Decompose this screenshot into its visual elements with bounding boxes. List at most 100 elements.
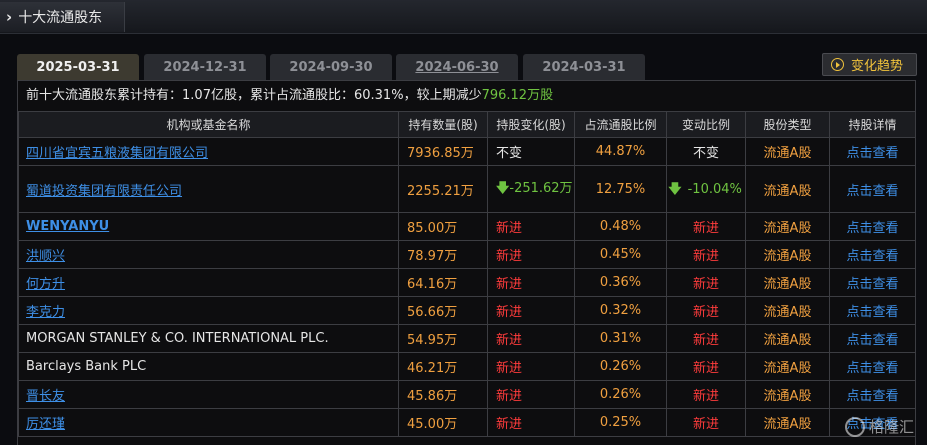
- holding-amount: 85.00万: [398, 212, 488, 241]
- tab-2024-06-30[interactable]: 2024-06-30: [396, 54, 518, 80]
- tab-2024-03-31[interactable]: 2024-03-31: [523, 54, 645, 80]
- table-row: Barclays Bank PLC 46.21万 新进 0.26% 新进 流通A…: [18, 352, 916, 381]
- table-row: 四川省宜宾五粮液集团有限公司 7936.85万 不变 44.87% 不变 流通A…: [18, 137, 916, 166]
- holder-link[interactable]: 晋长友: [26, 389, 65, 404]
- holding-amount: 54.95万: [398, 324, 488, 353]
- arrow-down-icon: 🡇: [496, 181, 510, 196]
- header-change: 持股变化(股): [487, 112, 575, 138]
- share-type: 流通A股: [745, 268, 830, 297]
- summary-line: 前十大流通股东累计持有：1.07亿股，累计占流通股比：60.31%，较上期减少7…: [18, 81, 915, 112]
- detail-link[interactable]: 点击查看: [829, 380, 916, 409]
- header-amount: 持有数量(股): [398, 112, 488, 138]
- tab-2025-03-31[interactable]: 2025-03-31: [17, 54, 139, 80]
- change-ratio: 新进: [666, 212, 746, 241]
- chevron-right-icon: ›: [6, 8, 13, 26]
- title-bar: › 十大流通股东: [0, 0, 927, 34]
- trend-button-label: 变化趋势: [851, 59, 904, 74]
- holders-table: 机构或基金名称 持有数量(股) 持股变化(股) 占流通股比例 变动比例 股份类型…: [18, 112, 916, 437]
- summary-change: 796.12万股: [481, 88, 554, 103]
- share-type: 流通A股: [745, 296, 830, 325]
- holder-link[interactable]: 厉还瑾: [26, 417, 65, 432]
- share-type: 流通A股: [745, 324, 830, 353]
- holding-ratio: 0.32%: [574, 296, 667, 325]
- holding-ratio: 0.26%: [574, 352, 667, 381]
- summary-mid2: ，较上期减少: [403, 88, 482, 103]
- share-type: 流通A股: [745, 408, 830, 437]
- holding-change: 新进: [487, 268, 575, 297]
- holder-name: MORGAN STANLEY & CO. INTERNATIONAL PLC.: [26, 331, 329, 346]
- trend-button[interactable]: 变化趋势: [822, 53, 917, 76]
- holding-ratio: 0.26%: [574, 380, 667, 409]
- holding-amount: 45.86万: [398, 380, 488, 409]
- holding-amount: 7936.85万: [398, 137, 488, 166]
- section-title: 十大流通股东: [18, 10, 103, 26]
- table-row: MORGAN STANLEY & CO. INTERNATIONAL PLC. …: [18, 324, 916, 353]
- watermark-text: 格隆汇: [869, 418, 915, 436]
- table-row: 蜀道投资集团有限责任公司 2255.21万 🡇-251.62万 12.75% 🡇…: [18, 165, 916, 213]
- holding-ratio: 0.48%: [574, 212, 667, 241]
- holder-link[interactable]: 李克力: [26, 305, 65, 320]
- holding-change: 新进: [487, 212, 575, 241]
- header-ratio: 占流通股比例: [574, 112, 667, 138]
- change-ratio: -10.04%: [687, 181, 742, 197]
- share-type: 流通A股: [745, 165, 830, 213]
- change-ratio: 新进: [666, 240, 746, 269]
- table-row: WENYANYU 85.00万 新进 0.48% 新进 流通A股 点击查看: [18, 212, 916, 241]
- holding-ratio: 0.45%: [574, 240, 667, 269]
- holder-link[interactable]: WENYANYU: [26, 219, 109, 234]
- summary-prefix: 前十大流通股东累计持有：: [26, 88, 183, 103]
- detail-link[interactable]: 点击查看: [829, 212, 916, 241]
- play-circle-icon: [831, 58, 844, 71]
- header-detail: 持股详情: [829, 112, 916, 138]
- holding-ratio: 0.25%: [574, 408, 667, 437]
- holding-amount: 45.00万: [398, 408, 488, 437]
- detail-link[interactable]: 点击查看: [829, 296, 916, 325]
- holder-name: Barclays Bank PLC: [26, 359, 147, 374]
- holding-amount: 64.16万: [398, 268, 488, 297]
- arrow-down-icon: 🡇: [668, 181, 682, 197]
- holder-link[interactable]: 何方升: [26, 277, 65, 292]
- summary-ratio: 60.31%: [353, 88, 404, 103]
- summary-mid: ，累计占流通股比：: [236, 88, 354, 103]
- tab-2024-12-31[interactable]: 2024-12-31: [144, 54, 266, 80]
- holding-change: 新进: [487, 408, 575, 437]
- detail-link[interactable]: 点击查看: [829, 352, 916, 381]
- table-row: 洪顺兴 78.97万 新进 0.45% 新进 流通A股 点击查看: [18, 240, 916, 269]
- holder-link[interactable]: 四川省宜宾五粮液集团有限公司: [26, 146, 208, 161]
- holding-change: 新进: [487, 296, 575, 325]
- detail-link[interactable]: 点击查看: [829, 268, 916, 297]
- table-row: 晋长友 45.86万 新进 0.26% 新进 流通A股 点击查看: [18, 380, 916, 409]
- section-tab[interactable]: › 十大流通股东: [0, 2, 125, 32]
- holder-link[interactable]: 蜀道投资集团有限责任公司: [26, 184, 182, 199]
- change-ratio: 不变: [666, 137, 746, 166]
- table-row: 李克力 56.66万 新进 0.32% 新进 流通A股 点击查看: [18, 296, 916, 325]
- change-ratio: 新进: [666, 408, 746, 437]
- table-header: 机构或基金名称 持有数量(股) 持股变化(股) 占流通股比例 变动比例 股份类型…: [18, 112, 916, 138]
- detail-link[interactable]: 点击查看: [829, 324, 916, 353]
- holding-change: 新进: [487, 380, 575, 409]
- holding-ratio: 12.75%: [574, 165, 667, 213]
- detail-link[interactable]: 点击查看: [829, 165, 916, 213]
- tab-2024-09-30[interactable]: 2024-09-30: [270, 54, 392, 80]
- holding-amount: 78.97万: [398, 240, 488, 269]
- holding-amount: 56.66万: [398, 296, 488, 325]
- header-name: 机构或基金名称: [18, 112, 399, 138]
- change-ratio: 新进: [666, 268, 746, 297]
- holding-change: 新进: [487, 240, 575, 269]
- detail-link[interactable]: 点击查看: [829, 137, 916, 166]
- holders-panel: 前十大流通股东累计持有：1.07亿股，累计占流通股比：60.31%，较上期减少7…: [17, 80, 916, 445]
- detail-link[interactable]: 点击查看: [829, 240, 916, 269]
- holding-change: 新进: [487, 352, 575, 381]
- brand-logo-icon: [845, 416, 865, 437]
- watermark: 格隆汇: [845, 416, 914, 437]
- holding-change: 新进: [487, 324, 575, 353]
- header-change-ratio: 变动比例: [666, 112, 746, 138]
- table-row: 厉还瑾 45.00万 新进 0.25% 新进 流通A股 点击查看: [18, 408, 916, 437]
- share-type: 流通A股: [745, 137, 830, 166]
- holding-change: 不变: [487, 137, 575, 166]
- change-ratio: 新进: [666, 296, 746, 325]
- holder-link[interactable]: 洪顺兴: [26, 249, 65, 264]
- header-type: 股份类型: [745, 112, 830, 138]
- share-type: 流通A股: [745, 240, 830, 269]
- holding-ratio: 44.87%: [574, 137, 667, 166]
